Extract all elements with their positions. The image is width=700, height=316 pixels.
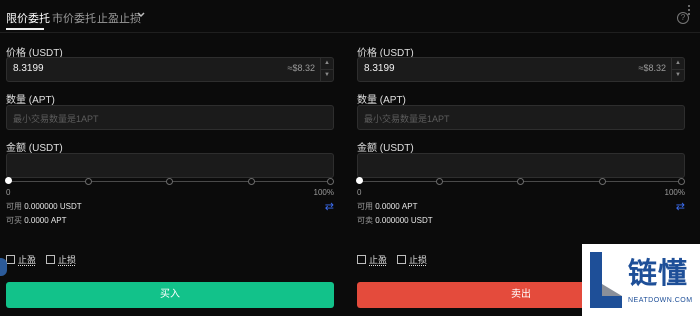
triangle-up-icon[interactable]: ▲ <box>321 58 333 69</box>
buy-qty-input[interactable]: 最小交易数量是1APT <box>6 105 334 130</box>
buy-slider-max-label: 100% <box>313 188 334 197</box>
sell-price-input[interactable]: 8.3199 ≈$8.32 ▲ ▼ <box>357 57 685 82</box>
buy-slider-min-label: 0 <box>6 188 11 197</box>
watermark-logo: 链懂 NEATDOWN.COM <box>582 244 700 316</box>
sell-max-label: 可卖 <box>357 216 373 225</box>
sell-price-approx: ≈$8.32 <box>638 63 666 73</box>
slider-node-100[interactable] <box>327 178 334 185</box>
sell-qty-input[interactable]: 最小交易数量是1APT <box>357 105 685 130</box>
sell-available-label: 可用 <box>357 202 373 211</box>
buy-qty-label: 数量 (APT) <box>6 95 55 106</box>
slider-node-50[interactable] <box>166 178 173 185</box>
checkbox-box[interactable] <box>6 255 15 264</box>
buy-qty-placeholder: 最小交易数量是1APT <box>13 114 99 124</box>
buy-available-value: 0.000000 USDT <box>24 202 82 211</box>
slider-node-100[interactable] <box>678 178 685 185</box>
sell-amount-input[interactable] <box>357 153 685 178</box>
slider-node-75[interactable] <box>247 178 255 185</box>
buy-take-profit-label: 止盈 <box>18 255 37 265</box>
slider-knob[interactable] <box>5 177 12 184</box>
sell-max-value: 0.000000 USDT <box>375 216 433 225</box>
sell-qty-label: 数量 (APT) <box>357 95 406 106</box>
sell-max-row: 可卖 0.000000 USDT <box>357 215 433 226</box>
sell-available-value: 0.0000 APT <box>375 202 418 211</box>
buy-price-stepper: ▲ ▼ <box>320 58 333 81</box>
buy-percent-slider[interactable] <box>5 176 334 188</box>
buy-max-value: 0.0000 APT <box>24 216 67 225</box>
buy-panel: 价格 (USDT) 8.3199 ≈$8.32 ▲ ▼ 数量 (APT) 最小交… <box>5 32 334 316</box>
tab-limit-order[interactable]: 限价委托 <box>6 10 50 26</box>
order-type-bar: 限价委托 市价委托 止盈止损 ? <box>0 0 700 33</box>
checkbox-box[interactable] <box>46 255 55 264</box>
buy-price-value: 8.3199 <box>13 63 44 74</box>
buy-price-input[interactable]: 8.3199 ≈$8.32 ▲ ▼ <box>6 57 334 82</box>
triangle-down-icon[interactable]: ▼ <box>321 69 333 81</box>
slider-node-25[interactable] <box>435 178 443 185</box>
sell-take-profit-checkbox[interactable]: 止盈 <box>357 253 387 265</box>
checkbox-box[interactable] <box>397 255 406 264</box>
buy-button[interactable]: 买入 <box>6 282 334 308</box>
help-circle-icon[interactable]: ? <box>677 12 689 24</box>
triangle-down-icon[interactable]: ▼ <box>672 69 684 81</box>
watermark-brand: 链懂 <box>628 256 689 290</box>
buy-available-label: 可用 <box>6 202 22 211</box>
sell-slider-min-label: 0 <box>357 188 362 197</box>
sell-take-profit-label: 止盈 <box>369 255 388 265</box>
slider-node-50[interactable] <box>517 178 524 185</box>
watermark-domain: NEATDOWN.COM <box>628 297 693 304</box>
buy-amount-input[interactable] <box>6 153 334 178</box>
buy-amount-label: 金额 (USDT) <box>6 143 63 154</box>
tab-market-order[interactable]: 市价委托 <box>52 10 96 26</box>
buy-stop-loss-label: 止损 <box>58 255 77 265</box>
slider-knob[interactable] <box>356 177 363 184</box>
checkbox-box[interactable] <box>357 255 366 264</box>
slider-node-75[interactable] <box>598 178 606 185</box>
active-tab-underline <box>6 28 44 30</box>
tab-tp-sl-order[interactable]: 止盈止损 <box>97 10 141 26</box>
swap-arrows-icon[interactable]: ⇄ <box>325 200 334 213</box>
sell-percent-slider[interactable] <box>356 176 685 188</box>
sell-slider-max-label: 100% <box>664 188 685 197</box>
chevron-down-icon[interactable] <box>136 11 146 19</box>
sell-available-row: 可用 0.0000 APT <box>357 201 417 212</box>
swap-arrows-icon[interactable]: ⇄ <box>676 200 685 213</box>
sell-amount-label: 金额 (USDT) <box>357 143 414 154</box>
slider-node-25[interactable] <box>84 178 92 185</box>
buy-take-profit-checkbox[interactable]: 止盈 <box>6 253 36 265</box>
floating-badge <box>0 258 7 276</box>
sell-price-stepper: ▲ ▼ <box>671 58 684 81</box>
sell-stop-loss-checkbox[interactable]: 止损 <box>397 253 427 265</box>
watermark-l-mark <box>590 252 622 308</box>
triangle-up-icon[interactable]: ▲ <box>672 58 684 69</box>
buy-max-row: 可买 0.0000 APT <box>6 215 66 226</box>
buy-available-row: 可用 0.000000 USDT <box>6 201 82 212</box>
buy-max-label: 可买 <box>6 216 22 225</box>
buy-stop-loss-checkbox[interactable]: 止损 <box>46 253 76 265</box>
sell-qty-placeholder: 最小交易数量是1APT <box>364 114 450 124</box>
buy-price-approx: ≈$8.32 <box>287 63 315 73</box>
sell-stop-loss-label: 止损 <box>409 255 428 265</box>
sell-price-value: 8.3199 <box>364 63 395 74</box>
